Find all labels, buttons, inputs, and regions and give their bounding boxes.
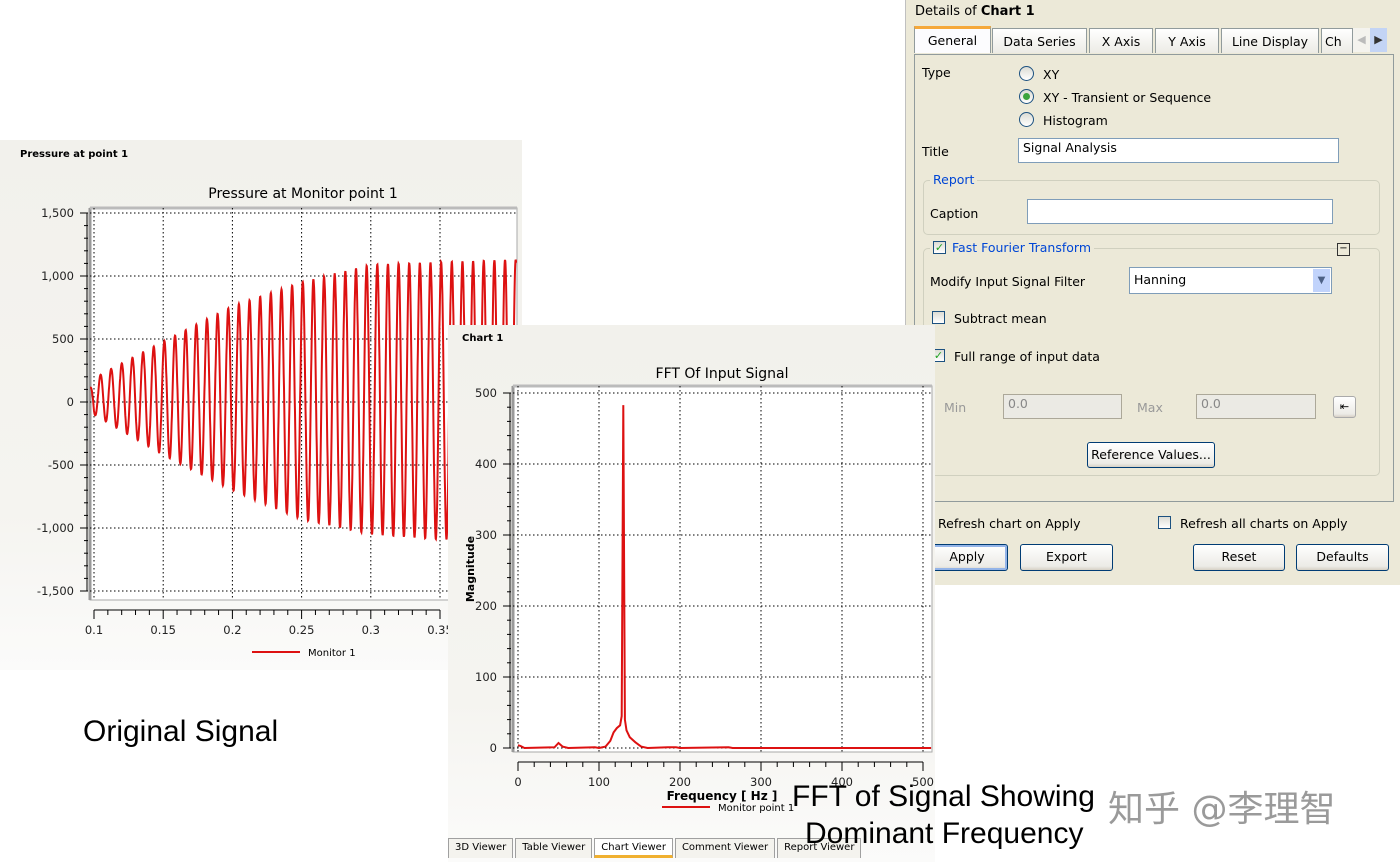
min-label: Min	[944, 400, 967, 415]
chart-title: Pressure at Monitor point 1	[208, 186, 397, 202]
apply-button[interactable]: Apply	[926, 544, 1008, 571]
radio-xy[interactable]	[1019, 66, 1034, 81]
caption-input[interactable]	[1027, 199, 1333, 224]
y-axis-label: Magnitude	[464, 536, 477, 602]
details-title: Details of Chart 1	[915, 4, 1035, 19]
title-label: Title	[922, 144, 949, 159]
x-axis-label: Frequency [ Hz ]	[667, 789, 778, 803]
y-tick-label: -500	[48, 458, 74, 472]
y-tick-label: 500	[52, 332, 74, 346]
filter-selected-value: Hanning	[1134, 272, 1187, 287]
radio-xy-label: XY	[1043, 67, 1060, 82]
x-tick-label: 0.25	[289, 623, 315, 637]
watermark: 知乎 @李理智	[1108, 789, 1336, 830]
legend-label: Monitor point 1	[718, 803, 794, 814]
pick-range-icon[interactable]: ⇤	[1333, 396, 1356, 418]
collapse-icon[interactable]: −	[1337, 243, 1350, 256]
y-tick-label: 0	[490, 741, 497, 755]
fft-caption-line2: Dominant Frequency	[805, 817, 1084, 850]
report-group: Report Caption	[923, 172, 1380, 235]
x-tick-label: 0.1	[85, 623, 103, 637]
radio-xy-transient[interactable]	[1019, 89, 1034, 104]
y-tick-label: 400	[475, 457, 497, 471]
y-tick-label: 500	[475, 386, 497, 400]
fft-group-header: ✓ Fast Fourier Transform	[930, 240, 1094, 255]
tab-table-viewer[interactable]: Table Viewer	[515, 838, 593, 858]
tab-general[interactable]: General	[914, 26, 991, 53]
x-tick-label: 300	[750, 775, 772, 789]
tab-3d-viewer[interactable]: 3D Viewer	[448, 838, 514, 858]
chevron-down-icon[interactable]: ▼	[1313, 269, 1330, 292]
pressure-chart: Pressure at Monitor point 1 1,500 1,000 500…	[37, 186, 518, 659]
defaults-button[interactable]: Defaults	[1296, 544, 1389, 571]
details-title-prefix: Details of	[915, 4, 981, 19]
filter-select[interactable]: Hanning ▼	[1129, 267, 1332, 294]
y-tick-label: 200	[475, 599, 497, 613]
subtract-mean-checkbox[interactable]	[932, 311, 945, 324]
fft-group-title: Fast Fourier Transform	[952, 240, 1091, 255]
chart-title: FFT Of Input Signal	[656, 366, 789, 382]
fft-chart: FFT Of Input Signal 500 400 300 200 100 0 0 100 2…	[464, 366, 934, 814]
filter-label: Modify Input Signal Filter	[930, 274, 1086, 289]
y-tick-label: 100	[475, 670, 497, 684]
pressure-chart-panel: Pressure at point 1 Pressure at Monitor …	[0, 140, 522, 670]
caption-label: Caption	[930, 206, 979, 221]
refresh-all-label: Refresh all charts on Apply	[1180, 516, 1348, 531]
tab-data-series[interactable]: Data Series	[992, 28, 1087, 53]
details-panel: Details of Chart 1 General Data Series X…	[905, 0, 1400, 585]
fft-group: ✓ Fast Fourier Transform − Modify Input …	[923, 240, 1380, 476]
x-tick-label: 100	[588, 775, 610, 789]
full-range-label: Full range of input data	[954, 349, 1100, 364]
original-signal-caption: Original Signal	[83, 715, 279, 748]
details-title-object: Chart 1	[980, 4, 1035, 19]
tab-scroll-right-icon[interactable]: ▶	[1370, 28, 1387, 52]
legend-label: Monitor 1	[308, 648, 356, 659]
tab-chart-viewer[interactable]: Chart Viewer	[594, 838, 673, 858]
x-tick-label: 200	[669, 775, 691, 789]
tab-x-axis[interactable]: X Axis	[1089, 28, 1153, 53]
fft-caption-line1: FFT of Signal Showing	[792, 780, 1095, 813]
plot-area	[512, 385, 933, 753]
refresh-chart-label[interactable]: Refresh chart on Apply	[938, 516, 1080, 531]
radio-histogram[interactable]	[1019, 112, 1034, 127]
radio-histogram-label: Histogram	[1043, 113, 1108, 128]
y-tick-label: 1,500	[41, 206, 74, 220]
tab-y-axis[interactable]: Y Axis	[1155, 28, 1219, 53]
report-group-title: Report	[930, 172, 978, 187]
x-tick-label: 0	[514, 775, 521, 789]
max-label: Max	[1137, 400, 1163, 415]
tab-line-display[interactable]: Line Display	[1221, 28, 1319, 53]
refresh-all-checkbox[interactable]	[1158, 516, 1171, 529]
y-tick-label: 300	[475, 528, 497, 542]
x-tick-label: 0.15	[150, 623, 176, 637]
max-input[interactable]: 0.0	[1196, 394, 1316, 419]
viewer-tabs: 3D Viewer Table Viewer Chart Viewer Comm…	[448, 838, 863, 858]
y-tick-label: 1,000	[41, 269, 74, 283]
y-tick-label: 0	[67, 395, 74, 409]
reference-values-button[interactable]: Reference Values...	[1087, 442, 1215, 468]
x-tick-label: 0.3	[362, 623, 380, 637]
type-label: Type	[922, 65, 951, 80]
general-tab-content: Type XY XY - Transient or Sequence Histo…	[914, 54, 1394, 502]
tab-scroll-left-icon[interactable]: ◀	[1353, 28, 1370, 52]
fft-checkbox[interactable]: ✓	[933, 241, 946, 254]
y-tick-label: -1,000	[37, 521, 74, 535]
reset-button[interactable]: Reset	[1193, 544, 1285, 571]
export-button[interactable]: Export	[1020, 544, 1113, 571]
chart-title-input[interactable]: Signal Analysis	[1018, 138, 1339, 163]
x-tick-label: 0.2	[223, 623, 241, 637]
tab-comment-viewer[interactable]: Comment Viewer	[674, 838, 776, 858]
min-input[interactable]: 0.0	[1003, 394, 1122, 419]
subtract-mean-label: Subtract mean	[954, 311, 1047, 326]
radio-xy-transient-label: XY - Transient or Sequence	[1043, 90, 1212, 105]
y-tick-label: -1,500	[37, 584, 74, 598]
tab-chart-more[interactable]: Ch	[1321, 28, 1353, 53]
